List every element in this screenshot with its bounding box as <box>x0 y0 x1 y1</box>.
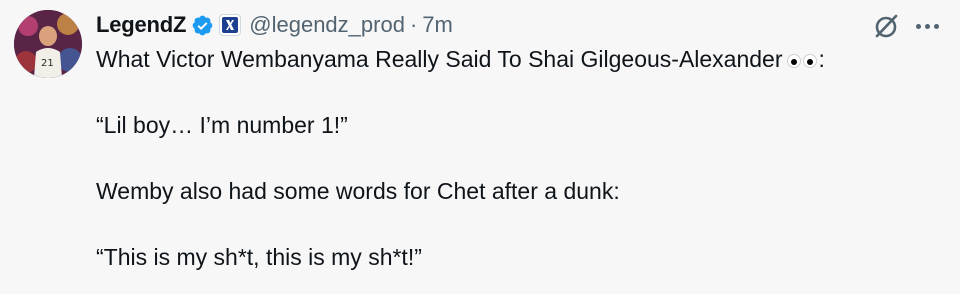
tweet-quote-1: “Lil boy… I’m number 1!” <box>96 112 348 138</box>
user-handle[interactable]: @legendz_prod <box>249 12 405 38</box>
tweet-line-1: What Victor Wembanyama Really Said To Sh… <box>96 46 783 72</box>
tweet-quote-2: “This is my sh*t, this is my sh*t!” <box>96 244 422 270</box>
tweet-paragraph-3: Wemby also had some words for Chet after… <box>96 178 620 204</box>
grok-icon[interactable] <box>872 12 900 40</box>
affiliate-badge[interactable] <box>219 14 242 36</box>
tweet-actions <box>872 12 942 40</box>
timestamp[interactable]: 7m <box>422 12 453 38</box>
avatar-jersey-number: 21 <box>41 58 54 69</box>
tweet-line-1-colon: : <box>818 46 825 72</box>
tweet-header: LegendZ @legendz_prod · 7m <box>96 10 942 40</box>
more-options-icon[interactable] <box>912 16 942 36</box>
tweet: 21 LegendZ @legendz_prod · 7m What Victo… <box>0 0 960 294</box>
verified-badge-icon[interactable] <box>191 14 214 37</box>
eyes-emoji-icon <box>786 53 818 68</box>
avatar-illustration: 21 <box>14 10 82 78</box>
separator-dot: · <box>409 12 418 37</box>
avatar[interactable]: 21 <box>14 10 82 78</box>
display-name[interactable]: LegendZ <box>96 12 186 38</box>
x-affiliate-icon <box>222 17 239 33</box>
tweet-text: What Victor Wembanyama Really Said To Sh… <box>96 43 942 274</box>
tweet-body: LegendZ @legendz_prod · 7m What Victor W… <box>96 10 942 294</box>
